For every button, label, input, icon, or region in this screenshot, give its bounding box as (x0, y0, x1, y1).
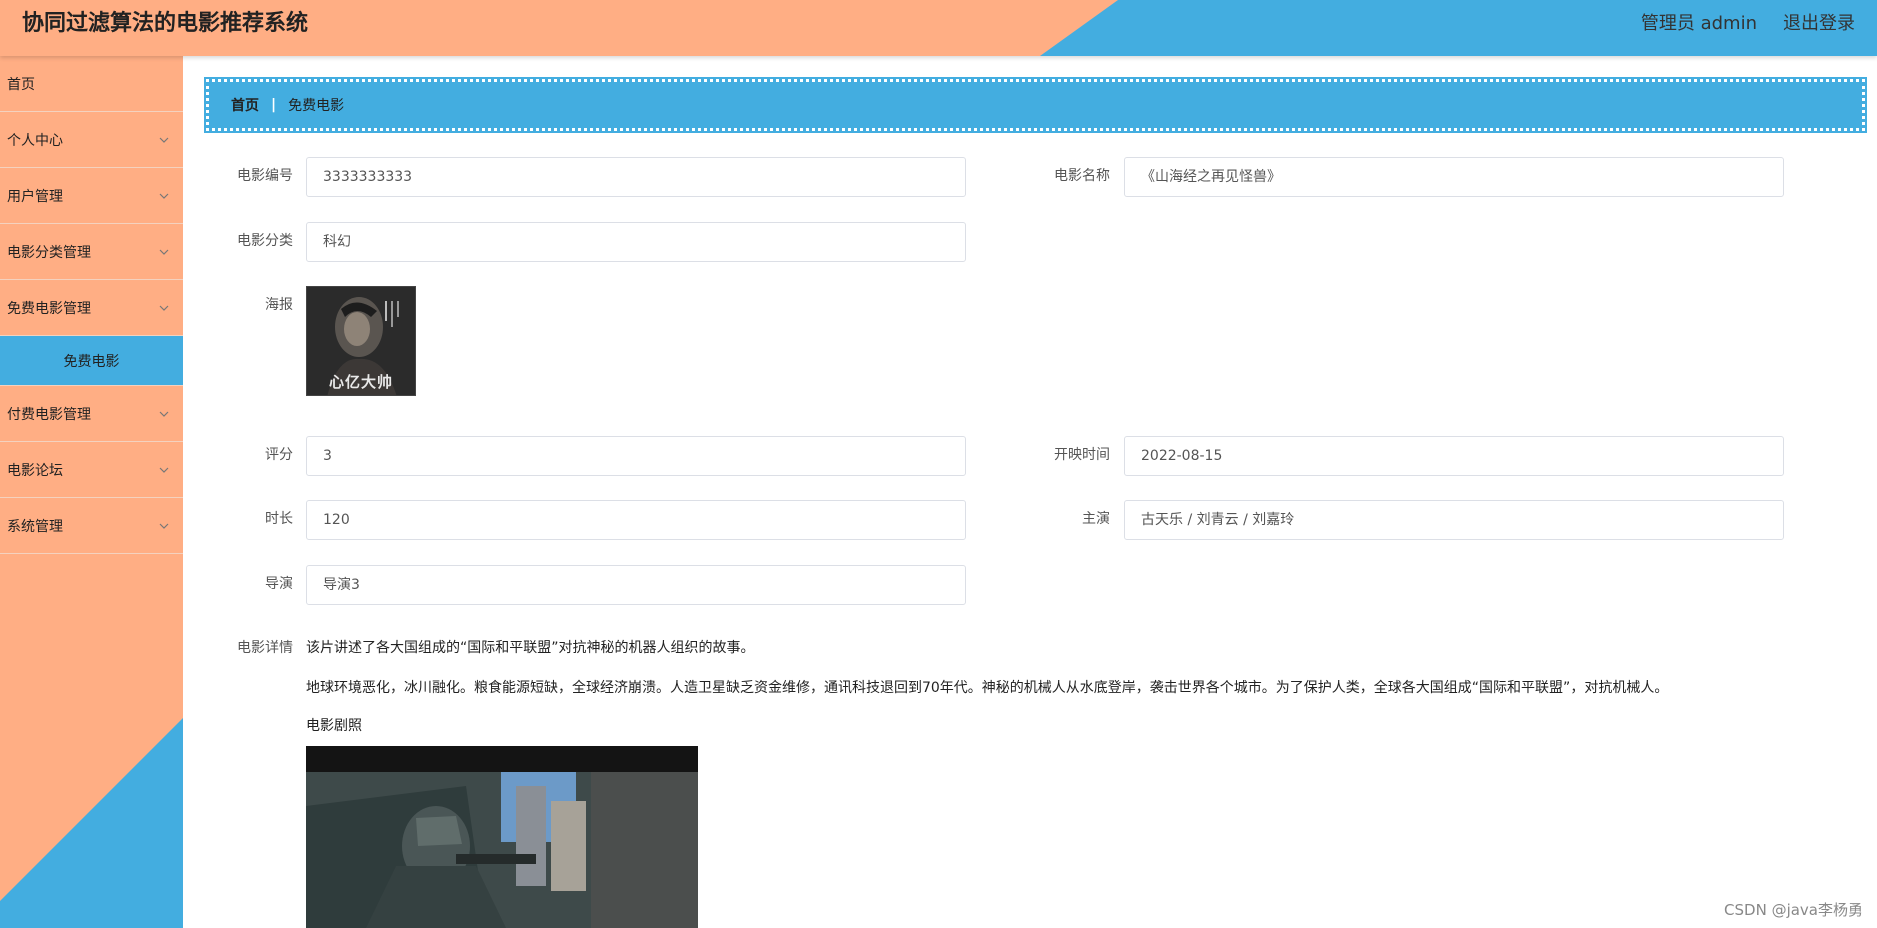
poster-label: 海报 (265, 297, 293, 313)
duration-label: 时长 (265, 511, 293, 527)
sidebar-item-label: 电影论坛 (7, 462, 63, 479)
sidebar-item-free-movie-management[interactable]: 免费电影管理 (0, 280, 183, 336)
sidebar-item-label: 免费电影管理 (7, 300, 91, 317)
breadcrumb-home-link[interactable]: 首页 (231, 95, 259, 115)
director-label: 导演 (265, 576, 293, 592)
movie-no-field[interactable]: 3333333333 (306, 157, 966, 197)
sidebar-item-label: 电影分类管理 (7, 244, 91, 261)
chevron-down-icon (157, 407, 171, 421)
app-title: 协同过滤算法的电影推荐系统 (22, 11, 309, 36)
chevron-down-icon (157, 463, 171, 477)
sidebar-menu: 首页 个人中心 用户管理 电影分类管理 免费电影管理 免费电影 付费电影管理 电… (0, 56, 183, 554)
detail-line-1: 该片讲述了各大国组成的“国际和平联盟”对抗神秘的机器人组织的故事。 (306, 640, 755, 656)
csdn-watermark: CSDN @java李杨勇 (1724, 901, 1863, 919)
admin-user-label[interactable]: 管理员 admin (1641, 10, 1757, 38)
poster-image: 心亿大帅 (306, 286, 416, 396)
chevron-down-icon (157, 133, 171, 147)
chevron-down-icon (157, 301, 171, 315)
logout-button[interactable]: 退出登录 (1783, 10, 1855, 38)
release-date-field[interactable]: 2022-08-15 (1124, 436, 1784, 476)
sidebar-item-label: 用户管理 (7, 188, 63, 205)
movie-no-label: 电影编号 (237, 168, 293, 184)
category-field[interactable]: 科幻 (306, 222, 966, 262)
rating-field[interactable]: 3 (306, 436, 966, 476)
sidebar-item-forum[interactable]: 电影论坛 (0, 442, 183, 498)
movie-still-image (306, 746, 698, 928)
rating-label: 评分 (265, 447, 293, 463)
movie-name-label: 电影名称 (1054, 168, 1110, 184)
movie-name-field[interactable]: 《山海经之再见怪兽》 (1124, 157, 1784, 197)
sidebar-item-user-management[interactable]: 用户管理 (0, 168, 183, 224)
sidebar-item-label: 首页 (7, 76, 35, 93)
sidebar-subitem-label: 免费电影 (63, 353, 120, 370)
poster-caption: 心亿大帅 (328, 373, 393, 391)
category-label: 电影分类 (237, 233, 293, 249)
sidebar-subitem-free-movie[interactable]: 免费电影 (0, 336, 183, 386)
breadcrumb-current: 免费电影 (288, 98, 345, 114)
cast-label: 主演 (1082, 511, 1110, 527)
sidebar-item-label: 个人中心 (7, 132, 63, 149)
sidebar-item-home[interactable]: 首页 (0, 56, 183, 112)
sidebar-item-label: 系统管理 (7, 518, 63, 535)
duration-field[interactable]: 120 (306, 500, 966, 540)
sidebar-item-paid-movie-management[interactable]: 付费电影管理 (0, 386, 183, 442)
sidebar-item-category-management[interactable]: 电影分类管理 (0, 224, 183, 280)
breadcrumb: 首页 | 免费电影 (204, 77, 1867, 133)
breadcrumb-separator: | (271, 97, 277, 113)
sidebar: 首页 个人中心 用户管理 电影分类管理 免费电影管理 免费电影 付费电影管理 电… (0, 56, 183, 928)
sidebar-item-label: 付费电影管理 (7, 406, 91, 423)
cast-field[interactable]: 古天乐 / 刘青云 / 刘嘉玲 (1124, 500, 1784, 540)
chevron-down-icon (157, 519, 171, 533)
detail-line-2: 地球环境恶化，冰川融化。粮食能源短缺，全球经济崩溃。人造卫星缺乏资金维修，通讯科… (306, 680, 1669, 696)
chevron-down-icon (157, 189, 171, 203)
sidebar-item-system-management[interactable]: 系统管理 (0, 498, 183, 554)
header-user-area: 管理员 admin 退出登录 (1641, 10, 1855, 38)
top-header: 协同过滤算法的电影推荐系统 管理员 admin 退出登录 (0, 0, 1877, 56)
chevron-down-icon (157, 245, 171, 259)
release-date-label: 开映时间 (1054, 447, 1110, 463)
stills-heading: 电影剧照 (306, 718, 362, 734)
detail-label: 电影详情 (237, 640, 293, 656)
sidebar-item-personal-center[interactable]: 个人中心 (0, 112, 183, 168)
director-field[interactable]: 导演3 (306, 565, 966, 605)
